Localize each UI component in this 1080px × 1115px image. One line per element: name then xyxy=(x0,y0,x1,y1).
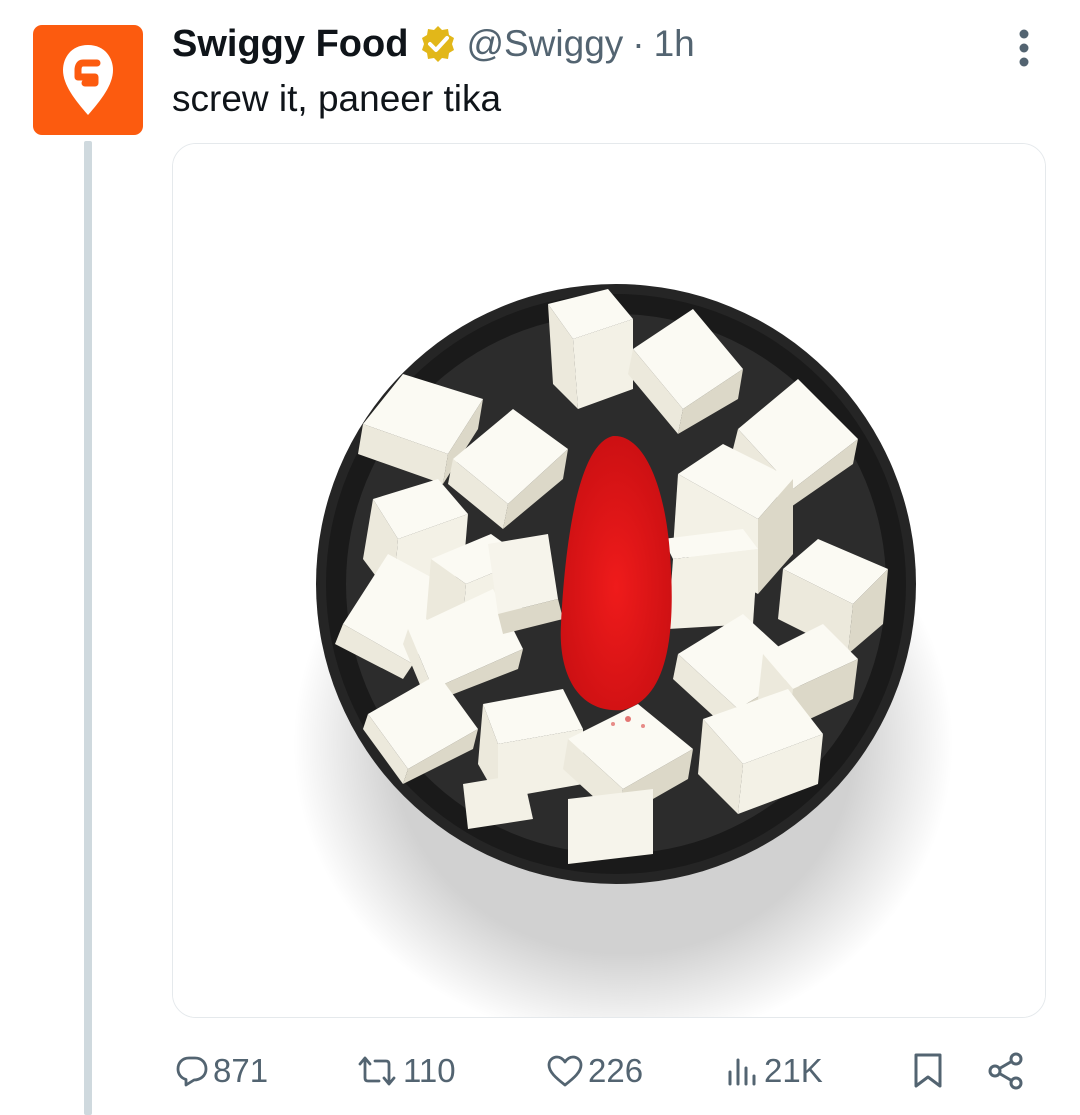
more-options-button[interactable] xyxy=(1003,24,1045,72)
bookmark-icon xyxy=(912,1052,944,1090)
author-handle[interactable]: @Swiggy xyxy=(466,23,623,65)
comment-icon xyxy=(175,1054,209,1088)
tweet-action-bar: 871 110 226 21K xyxy=(0,1040,1080,1102)
reply-count: 871 xyxy=(213,1052,269,1089)
paneer-bowl-photo xyxy=(173,144,1045,1017)
author-display-name[interactable]: Swiggy Food xyxy=(172,23,408,66)
views-chart-icon xyxy=(726,1054,760,1088)
avatar[interactable] xyxy=(33,25,143,135)
like-count: 226 xyxy=(588,1052,644,1089)
views-count: 21K xyxy=(764,1052,823,1089)
views-button[interactable]: 21K xyxy=(726,1040,823,1102)
separator-dot: · xyxy=(632,23,645,64)
share-button[interactable] xyxy=(986,1040,1026,1102)
share-icon xyxy=(986,1051,1026,1091)
timestamp[interactable]: 1h xyxy=(654,23,695,65)
retweet-button[interactable]: 110 xyxy=(355,1040,456,1102)
thread-line xyxy=(84,141,92,1115)
verified-badge-icon xyxy=(418,24,458,64)
bookmark-button[interactable] xyxy=(912,1040,944,1102)
heart-icon xyxy=(546,1054,584,1088)
like-button[interactable]: 226 xyxy=(546,1040,643,1102)
tweet-header: Swiggy Food @Swiggy · 1h xyxy=(172,18,695,70)
more-vertical-icon xyxy=(1019,29,1029,67)
tweet-media[interactable] xyxy=(172,143,1046,1018)
reply-button[interactable]: 871 xyxy=(175,1040,268,1102)
tweet-text: screw it, paneer tika xyxy=(172,78,502,119)
retweet-count: 110 xyxy=(403,1052,456,1089)
swiggy-logo-icon xyxy=(33,25,143,135)
retweet-icon xyxy=(355,1054,399,1088)
